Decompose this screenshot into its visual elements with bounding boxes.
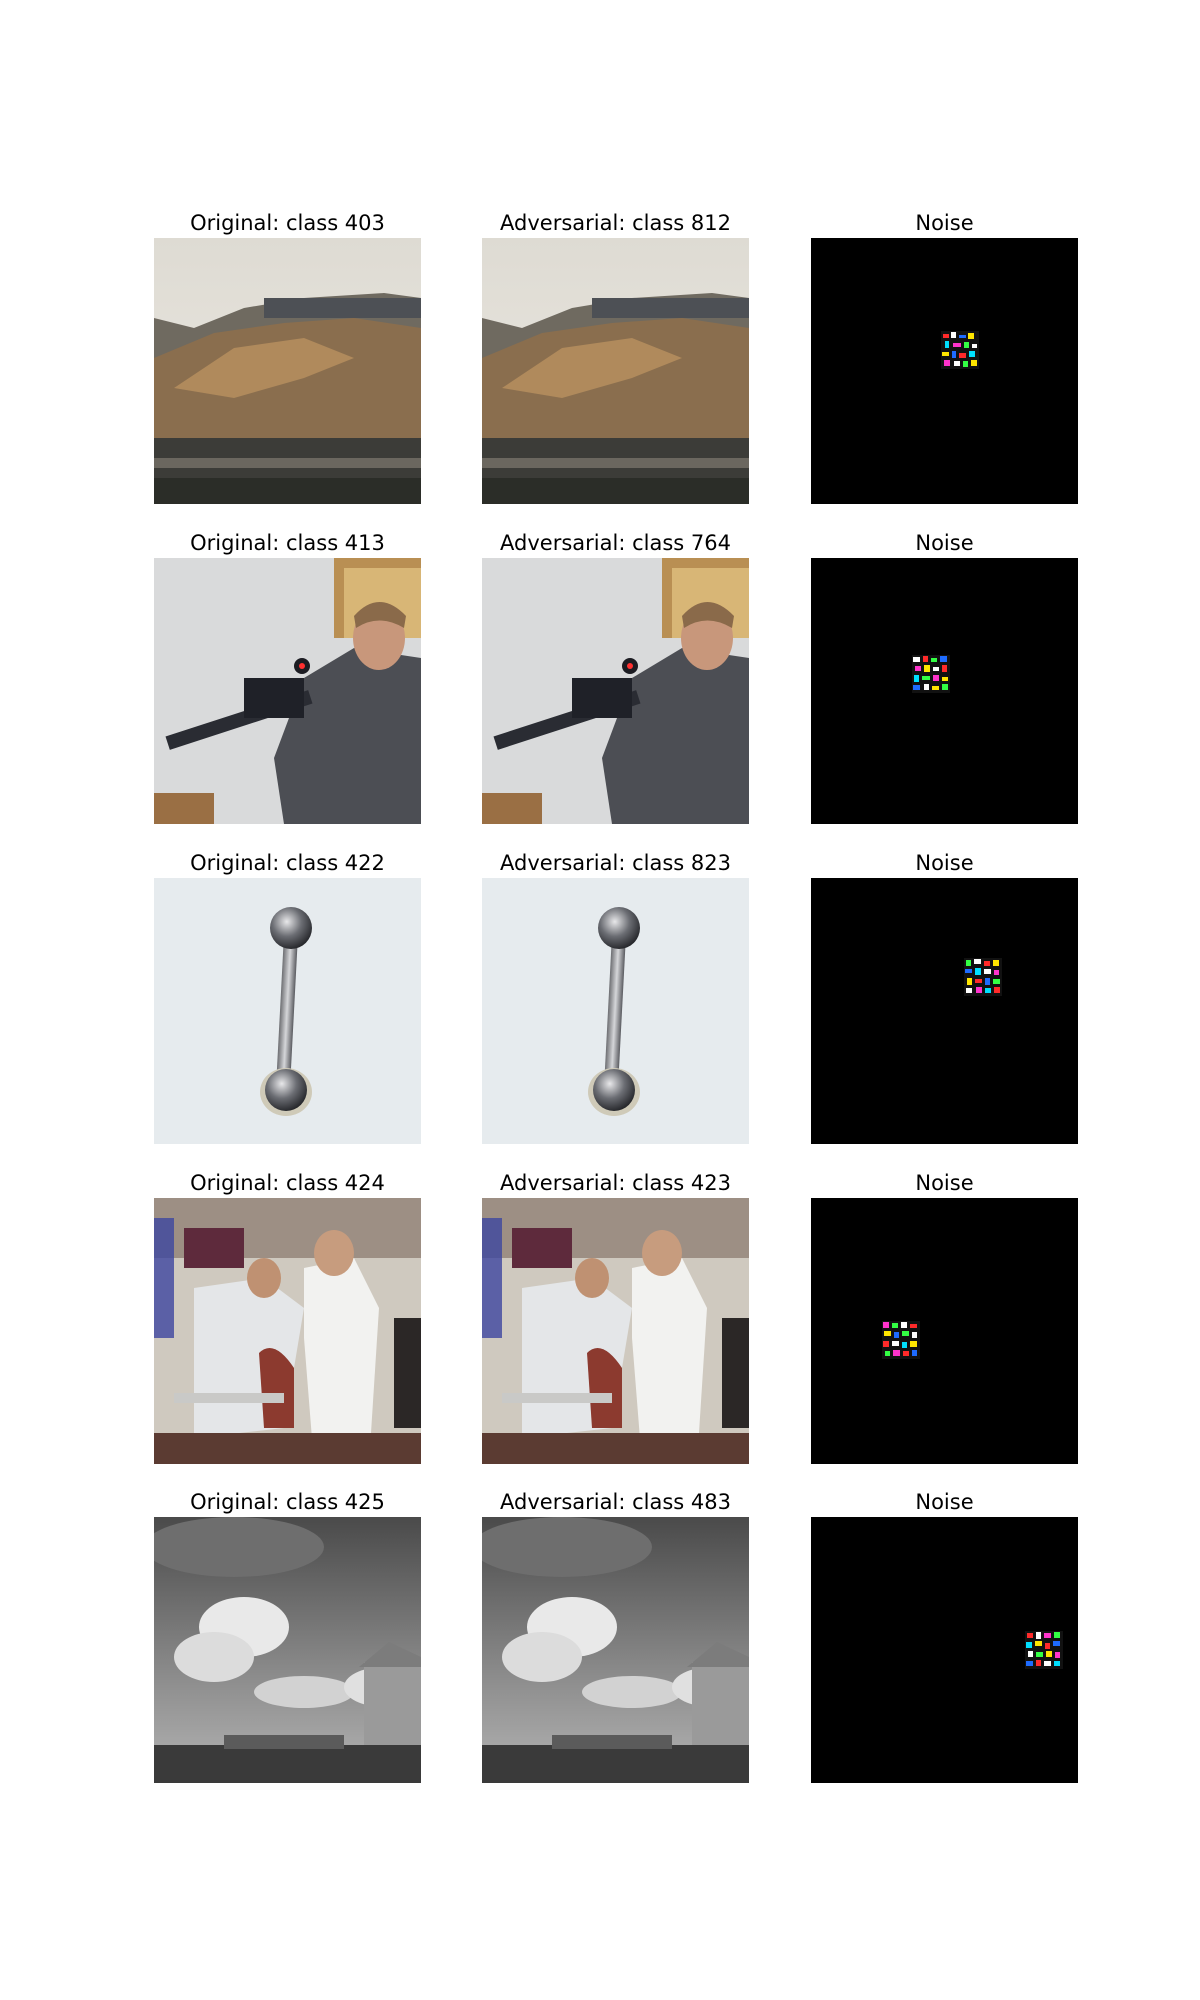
figure-grid: Original: class 403 Adversarial: class 8…	[0, 0, 1200, 2000]
noise-image-1	[811, 238, 1078, 504]
original-image-1	[154, 238, 421, 504]
original-title-2: Original: class 413	[190, 531, 385, 555]
adversarial-image-4	[482, 1198, 749, 1464]
noise-title-1: Noise	[915, 211, 974, 235]
original-title-4: Original: class 424	[190, 1171, 385, 1195]
noise-image-4	[811, 1198, 1078, 1464]
adversarial-image-2	[482, 558, 749, 824]
adversarial-image-1	[482, 238, 749, 504]
noise-title-2: Noise	[915, 531, 974, 555]
noise-title-4: Noise	[915, 1171, 974, 1195]
original-image-2	[154, 558, 421, 824]
noise-patch-2	[912, 655, 950, 693]
original-title-5: Original: class 425	[190, 1490, 385, 1514]
original-image-4	[154, 1198, 421, 1464]
original-title-1: Original: class 403	[190, 211, 385, 235]
adversarial-title-5: Adversarial: class 483	[500, 1490, 731, 1514]
original-image-3	[154, 878, 421, 1144]
noise-title-5: Noise	[915, 1490, 974, 1514]
noise-patch-3	[964, 958, 1002, 996]
noise-title-3: Noise	[915, 851, 974, 875]
noise-image-3	[811, 878, 1078, 1144]
original-image-5	[154, 1517, 421, 1783]
noise-patch-5	[1025, 1631, 1063, 1669]
adversarial-title-2: Adversarial: class 764	[500, 531, 731, 555]
original-title-3: Original: class 422	[190, 851, 385, 875]
adversarial-title-4: Adversarial: class 423	[500, 1171, 731, 1195]
noise-image-5	[811, 1517, 1078, 1783]
adversarial-title-1: Adversarial: class 812	[500, 211, 731, 235]
noise-image-2	[811, 558, 1078, 824]
adversarial-title-3: Adversarial: class 823	[500, 851, 731, 875]
noise-patch-1	[941, 331, 979, 369]
noise-patch-4	[882, 1321, 920, 1359]
adversarial-image-3	[482, 878, 749, 1144]
adversarial-image-5	[482, 1517, 749, 1783]
